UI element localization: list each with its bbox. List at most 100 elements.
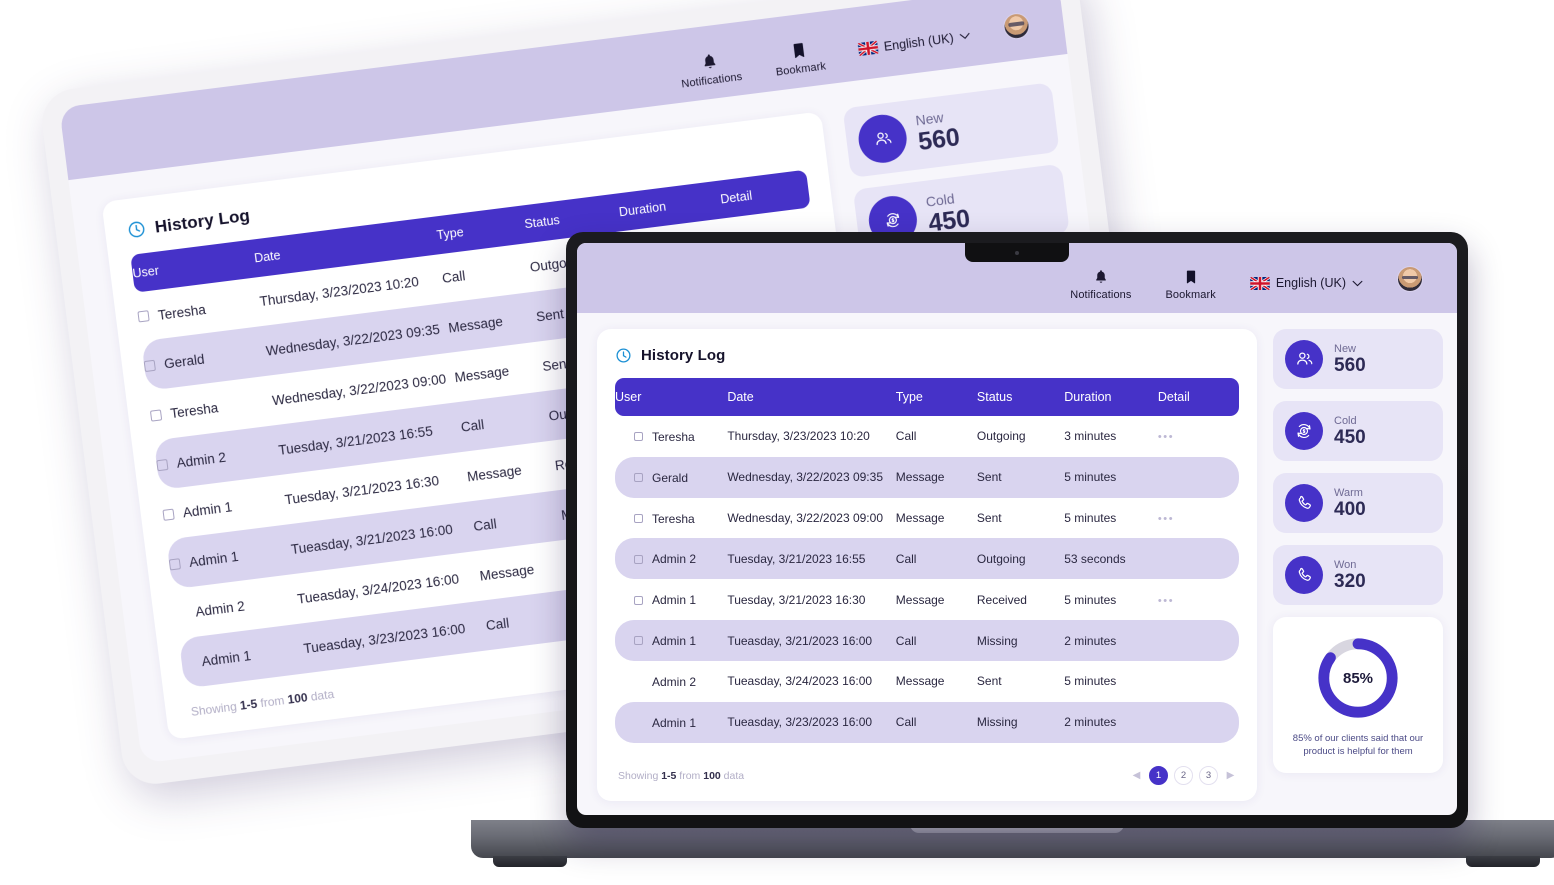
col-detail[interactable]: Detail [1157, 378, 1239, 416]
row-checkbox[interactable] [137, 310, 150, 323]
stat-card-warm[interactable]: Warm400 [1273, 473, 1443, 533]
stat-card-new[interactable]: New 560 [842, 81, 1060, 178]
user-name: Admin 2 [194, 598, 246, 620]
user-name: Admin 1 [182, 499, 234, 521]
cell-user: Admin 1 [615, 701, 728, 743]
bookmark-icon [793, 42, 804, 58]
cell-user: Teresha [615, 416, 727, 457]
pagination-prev[interactable]: ◀ [1130, 770, 1143, 781]
pagination-page-3[interactable]: 3 [1199, 766, 1218, 785]
notifications-button[interactable]: Notifications [1070, 268, 1131, 301]
stat-card-cold[interactable]: Cold 450 [1273, 401, 1443, 461]
laptop-screen: Notifications Bookmark English (UK) Hist… [577, 243, 1457, 815]
pagination-next[interactable]: ▶ [1224, 770, 1237, 781]
cell-detail: ••• [1158, 498, 1239, 539]
row-checkbox[interactable] [634, 595, 643, 605]
cell-type: Message [895, 592, 945, 607]
table-row[interactable]: Admin 1 Tuesday, 3/21/2023 16:30 Message Re… [615, 579, 1239, 620]
cell-type: Call [895, 620, 977, 661]
showing-count: Showing 1-5 from 100 data [618, 770, 744, 782]
cell-status: Outgoing [976, 538, 1065, 580]
col-status[interactable]: Status [976, 378, 1065, 416]
table-head: User Date Type Status Duration Detail [615, 378, 1239, 416]
row-checkbox[interactable] [634, 554, 643, 564]
table-row[interactable]: Teresha Thursday, 3/23/2023 10:20 Call Outg… [615, 416, 1239, 457]
stat-value: 400 [1334, 498, 1366, 520]
camera-icon [1015, 250, 1019, 255]
laptop-foot-right [1466, 856, 1540, 867]
satisfaction-card: 85% 85% of our clients said that our pro… [1273, 617, 1443, 773]
bookmark-button[interactable]: Bookmark [1166, 268, 1216, 301]
page-title: History Log [153, 205, 251, 237]
language-label: English (UK) [1275, 276, 1346, 290]
cell-user: Admin 1 [615, 620, 728, 661]
showing-mid: from [256, 692, 289, 711]
row-checkbox[interactable] [143, 360, 157, 373]
cell-type: Message [895, 674, 945, 689]
cell-duration: 53 seconds [1064, 538, 1158, 580]
table-row[interactable]: Teresha Wednesday, 3/22/2023 09:00 Message… [615, 498, 1239, 539]
stat-text: New 560 [1334, 343, 1366, 376]
notifications-button[interactable]: Notifications [678, 48, 743, 90]
row-checkbox[interactable] [162, 508, 175, 522]
cell-type: Call [895, 701, 977, 743]
row-more-icon[interactable]: ••• [1158, 595, 1174, 607]
table-row[interactable]: Admin 1 Tueasday, 3/23/2023 16:00CallMiss… [615, 701, 1239, 743]
avatar[interactable] [1397, 266, 1423, 292]
language-selector[interactable]: English (UK) [857, 29, 972, 68]
row-more-icon[interactable]: ••• [1158, 513, 1174, 525]
cell-detail: ••• [1158, 661, 1239, 702]
pagination-page-2[interactable]: 2 [1174, 766, 1193, 785]
cell-type: Call [895, 538, 977, 580]
cell-type: Message [895, 456, 977, 498]
donut-caption: 85% of our clients said that our product… [1292, 733, 1424, 757]
row-checkbox[interactable] [634, 473, 643, 483]
col-date[interactable]: Date [727, 378, 896, 416]
history-table: User Date Type Status Duration Detail Te… [615, 378, 1239, 743]
avatar[interactable] [1001, 11, 1032, 41]
showing-suffix: data [306, 686, 335, 704]
col-duration[interactable]: Duration [1064, 378, 1158, 416]
bookmark-button[interactable]: Bookmark [772, 37, 827, 78]
table-body: Teresha Thursday, 3/23/2023 10:20 Call Outg… [615, 416, 1239, 743]
cell-duration: 2 minutes [1064, 620, 1158, 661]
table-row[interactable]: Gerald Wednesday, 3/22/2023 09:35 Message S… [615, 456, 1239, 498]
stat-card-won[interactable]: Won320 [1273, 545, 1443, 605]
row-checkbox[interactable] [156, 459, 169, 472]
history-log-card: History Log User Date Type Status Durati… [597, 329, 1257, 801]
showing-prefix: Showing [618, 769, 662, 782]
stat-value: 450 [1334, 426, 1366, 448]
showing-suffix: data [720, 769, 745, 782]
table-row[interactable]: Admin 2 Tuesday, 3/21/2023 16:55CallOutgo… [615, 538, 1239, 580]
cell-detail: ••• [1157, 620, 1239, 661]
table-row[interactable]: Admin 2 Tueasday, 3/24/2023 16:00 Message S… [615, 661, 1239, 702]
showing-mid: from [676, 769, 704, 782]
cell-user: Admin 2 [615, 661, 727, 702]
chevron-down-icon [1352, 280, 1363, 286]
col-type[interactable]: Type [895, 378, 977, 416]
bell-icon [704, 53, 716, 68]
row-checkbox[interactable] [634, 513, 643, 523]
stat-value: 560 [1334, 354, 1366, 376]
stat-label: Warm [1334, 486, 1363, 499]
page-title: History Log [641, 347, 726, 364]
cell-duration: 5 minutes [1064, 674, 1117, 689]
row-checkbox[interactable] [634, 432, 643, 442]
bookmark-icon [1186, 270, 1195, 284]
cell-user: Admin 2 [615, 538, 728, 580]
right-rail: New560Cold450Warm400Won320 85% 85% of [1273, 329, 1443, 801]
table-row[interactable]: Admin 1 Tueasday, 3/21/2023 16:00CallMiss… [615, 620, 1239, 661]
table-footer: Showing 1-5 from 100 data ◀ 123 ▶ [615, 752, 1239, 801]
screenshot-stage: Notifications Bookmark English (UK) Hist… [0, 0, 1554, 885]
row-more-icon[interactable]: ••• [1158, 431, 1174, 443]
refresh-dollar-icon [1285, 412, 1323, 450]
row-checkbox[interactable] [149, 409, 163, 422]
pagination-page-1[interactable]: 1 [1149, 766, 1168, 785]
col-user[interactable]: User [615, 378, 728, 416]
row-checkbox[interactable] [168, 558, 182, 571]
app-screen-laptop: Notifications Bookmark English (UK) Hist… [577, 243, 1457, 815]
language-selector[interactable]: English (UK) [1249, 276, 1363, 301]
user-name: Gerald [652, 470, 689, 485]
stat-card-new[interactable]: New 560 [1273, 329, 1443, 389]
row-checkbox[interactable] [634, 636, 643, 646]
